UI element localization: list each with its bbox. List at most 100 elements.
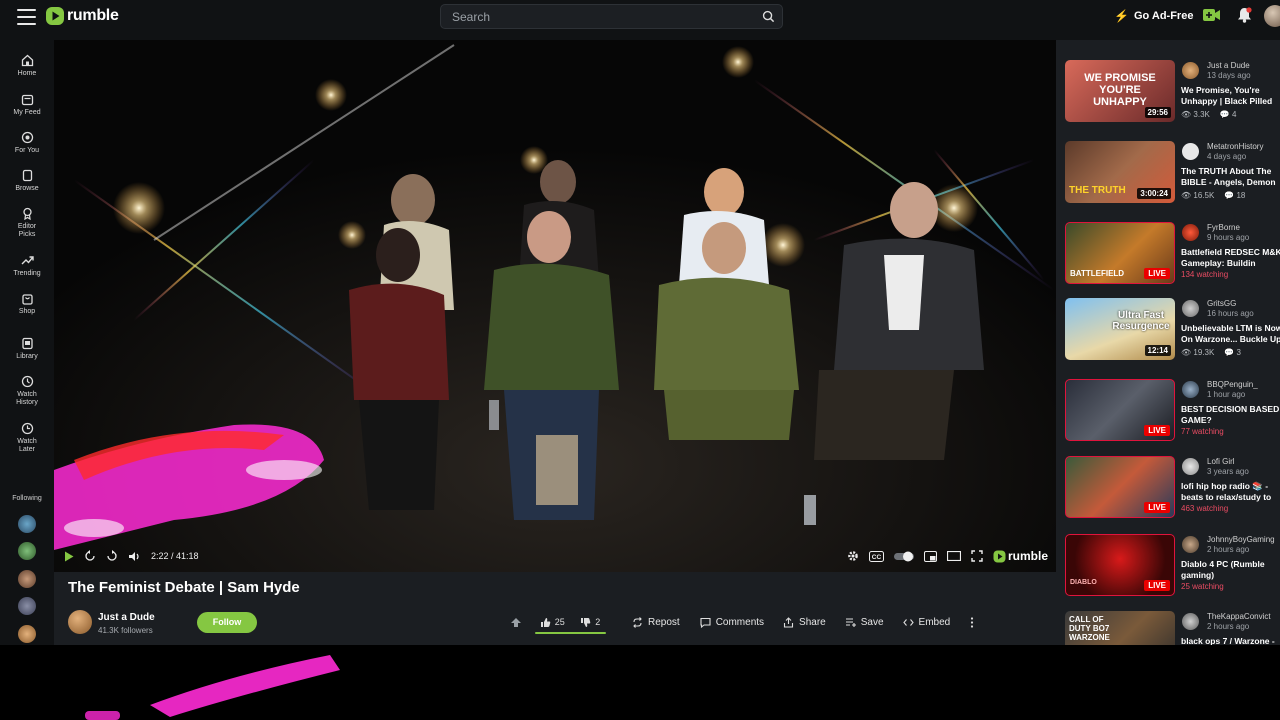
sidebar-item-browse[interactable]: Browse xyxy=(0,169,54,193)
theater-mode-icon[interactable] xyxy=(946,551,961,561)
channel-name[interactable]: Lofi Girl xyxy=(1207,457,1235,466)
go-ad-free-button[interactable]: ⚡ Go Ad-Free xyxy=(1108,6,1199,26)
channel-name[interactable]: GritsGG xyxy=(1207,299,1236,308)
fullscreen-icon[interactable] xyxy=(971,550,983,562)
recommendation-title[interactable]: BEST DECISION BASED GAME? xyxy=(1181,404,1280,426)
video-thumbnail[interactable]: Ultra Fast Resurgence 12:14 xyxy=(1065,298,1175,360)
repost-icon xyxy=(633,616,642,628)
sidebar-item-shop[interactable]: Shop xyxy=(0,292,54,316)
repost-label: Repost xyxy=(648,616,680,628)
settings-gear-icon[interactable] xyxy=(847,550,859,562)
video-stats: 👁 19.3K 💬 3 xyxy=(1181,348,1241,357)
sidebar-item-my-feed[interactable]: My Feed xyxy=(0,93,54,117)
channel-avatar[interactable] xyxy=(1182,143,1199,160)
channel-avatar[interactable] xyxy=(1182,613,1199,630)
recommendation-title[interactable]: lofi hip hop radio 📚 - beats to relax/st… xyxy=(1181,481,1280,503)
following-avatar[interactable] xyxy=(18,570,36,588)
save-button[interactable]: Save xyxy=(837,612,892,632)
recommendation-title[interactable]: Diablo 4 PC (Rumble gaming) xyxy=(1181,559,1280,581)
autoplay-toggle-icon[interactable] xyxy=(893,551,914,562)
vote-controls: 25 2 xyxy=(532,611,608,633)
channel-avatar[interactable] xyxy=(68,610,92,634)
boost-icon[interactable] xyxy=(509,615,523,629)
recommendation-item[interactable]: DIABLO LIVE JohnnyBoyGaming 2 hours ago … xyxy=(1065,534,1280,598)
play-icon[interactable] xyxy=(64,551,74,562)
video-thumbnail[interactable]: THE TRUTH 3:00:24 xyxy=(1065,141,1175,203)
channel-name[interactable]: Just a Dude xyxy=(1207,61,1250,70)
search-icon[interactable] xyxy=(762,10,775,23)
share-button[interactable]: Share xyxy=(775,612,834,632)
video-thumbnail[interactable]: WE PROMISE YOU'RE UNHAPPY 29:56 xyxy=(1065,60,1175,122)
video-thumbnail[interactable]: LIVE xyxy=(1065,379,1175,441)
player-rumble-logo[interactable]: rumble xyxy=(993,549,1048,563)
video-thumbnail[interactable]: CALL OF DUTY BO7 WARZONE xyxy=(1065,611,1175,645)
upload-age: 2 hours ago xyxy=(1207,545,1250,554)
channel-name[interactable]: Just a Dude xyxy=(98,612,155,623)
following-avatar[interactable] xyxy=(18,542,36,560)
like-button[interactable]: 25 xyxy=(540,617,565,628)
recommendation-title[interactable]: Battlefield REDSEC M&K Gameplay: Buildin xyxy=(1181,247,1280,269)
recommendation-title[interactable]: The TRUTH About The BIBLE - Angels, Demo… xyxy=(1181,166,1280,188)
channel-avatar[interactable] xyxy=(1182,381,1199,398)
recommendation-item[interactable]: LIVE BBQPenguin_ 1 hour ago BEST DECISIO… xyxy=(1065,379,1280,443)
channel-name[interactable]: TheKappaConvict xyxy=(1207,612,1271,621)
video-stats: 👁 3.3K 💬 4 xyxy=(1181,110,1237,119)
channel-name[interactable]: FyrBorne xyxy=(1207,223,1240,232)
dislike-button[interactable]: 2 xyxy=(580,617,600,628)
miniplayer-icon[interactable] xyxy=(923,550,937,562)
follow-button[interactable]: Follow xyxy=(197,612,257,633)
video-thumbnail[interactable]: BATTLEFIELD LIVE xyxy=(1065,222,1175,284)
video-thumbnail[interactable]: LIVE xyxy=(1065,456,1175,518)
menu-icon[interactable] xyxy=(17,9,37,25)
channel-name[interactable]: MetatronHistory xyxy=(1207,142,1263,151)
sidebar-item-trending[interactable]: Trending xyxy=(0,254,54,278)
rewind-icon[interactable] xyxy=(84,550,96,562)
captions-icon[interactable]: CC xyxy=(868,550,884,562)
channel-avatar[interactable] xyxy=(1182,62,1199,79)
user-avatar[interactable] xyxy=(1264,5,1280,27)
forward-icon[interactable] xyxy=(106,550,118,562)
bell-icon[interactable] xyxy=(1237,7,1252,23)
recommendation-item[interactable]: WE PROMISE YOU'RE UNHAPPY 29:56 Just a D… xyxy=(1065,60,1280,124)
recommendation-title[interactable]: black ops 7 / Warzone - xyxy=(1181,636,1280,645)
following-avatar[interactable] xyxy=(18,625,36,643)
repost-button[interactable]: Repost xyxy=(624,612,688,632)
recommendation-item[interactable]: THE TRUTH 3:00:24 MetatronHistory 4 days… xyxy=(1065,141,1280,205)
recommendation-title[interactable]: Unbelievable LTM is Now On Warzone... Bu… xyxy=(1181,323,1280,345)
recommendation-item[interactable]: LIVE Lofi Girl 3 years ago lofi hip hop … xyxy=(1065,456,1280,520)
comments-button[interactable]: Comments xyxy=(692,612,772,632)
recommendation-title[interactable]: We Promise, You're Unhappy | Black Pille… xyxy=(1181,85,1280,107)
rumble-logo[interactable]: rumble xyxy=(45,5,119,27)
channel-name[interactable]: JohnnyBoyGaming xyxy=(1207,535,1275,544)
recommendation-item[interactable]: CALL OF DUTY BO7 WARZONE TheKappaConvict… xyxy=(1065,611,1280,645)
for-you-icon xyxy=(21,131,33,144)
channel-name[interactable]: BBQPenguin_ xyxy=(1207,380,1258,389)
playback-time: 2:22 / 41:18 xyxy=(151,551,199,561)
player-logo-text: rumble xyxy=(1007,549,1048,563)
channel-avatar[interactable] xyxy=(1182,224,1199,241)
thumbnail-text: WE PROMISE YOU'RE UNHAPPY xyxy=(1084,72,1156,108)
top-bar: rumble ⚡ Go Ad-Free xyxy=(0,0,1280,40)
upload-camera-icon[interactable] xyxy=(1203,8,1221,22)
watching-count: 134 watching xyxy=(1181,270,1229,279)
channel-avatar[interactable] xyxy=(1182,458,1199,475)
sidebar-item-watch-later[interactable]: Watch Later xyxy=(0,422,54,454)
sidebar-item-editor-picks[interactable]: Editor Picks xyxy=(0,207,54,239)
sidebar-item-library[interactable]: Library xyxy=(0,337,54,361)
embed-button[interactable]: Embed xyxy=(895,612,959,632)
following-avatar[interactable] xyxy=(18,515,36,533)
sidebar-item-home[interactable]: Home xyxy=(0,54,54,78)
recommendation-item[interactable]: BATTLEFIELD LIVE FyrBorne 9 hours ago Ba… xyxy=(1065,222,1280,286)
volume-icon[interactable] xyxy=(128,551,141,562)
search-input[interactable] xyxy=(441,5,741,28)
sidebar-item-for-you[interactable]: For You xyxy=(0,131,54,155)
channel-avatar[interactable] xyxy=(1182,300,1199,317)
more-options-button[interactable] xyxy=(962,612,982,632)
following-avatar[interactable] xyxy=(18,597,36,615)
sidebar-item-watch-history[interactable]: Watch History xyxy=(0,375,54,407)
video-player[interactable]: 2:22 / 41:18 CC rumble xyxy=(54,40,1056,572)
recommendation-item[interactable]: Ultra Fast Resurgence 12:14 GritsGG 16 h… xyxy=(1065,298,1280,362)
trending-icon xyxy=(21,256,34,265)
channel-avatar[interactable] xyxy=(1182,536,1199,553)
video-thumbnail[interactable]: DIABLO LIVE xyxy=(1065,534,1175,596)
